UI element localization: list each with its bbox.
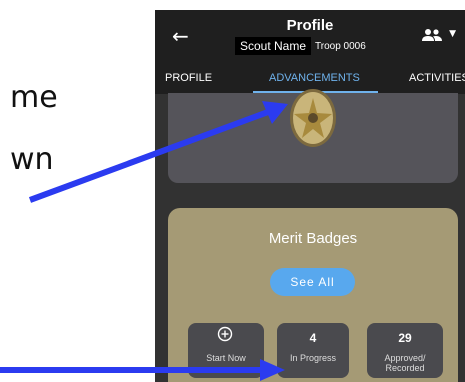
- troop-label: Troop 0006: [315, 40, 366, 52]
- in-progress-tile[interactable]: 4 In Progress: [277, 323, 349, 378]
- plus-circle-icon: [217, 326, 233, 342]
- approved-count: 29: [398, 331, 412, 345]
- approved-recorded-tile[interactable]: 29 Approved/ Recorded: [367, 323, 443, 378]
- phone-screen: ← Profile Scout Name Troop 0006 ▼ PROFIL…: [155, 10, 465, 382]
- tab-activities[interactable]: ACTIVITIES: [409, 72, 465, 84]
- approved-recorded-label: Approved/ Recorded: [384, 353, 426, 373]
- merit-badges-title: Merit Badges: [268, 230, 358, 247]
- start-now-label: Start Now: [206, 353, 246, 363]
- in-progress-label: In Progress: [289, 353, 337, 363]
- people-icon[interactable]: [421, 28, 443, 42]
- start-now-tile[interactable]: Start Now: [188, 323, 264, 378]
- merit-badges-card: Merit Badges See All Start Now 4 In Prog…: [168, 208, 458, 382]
- background-text-line-1: me: [10, 80, 58, 115]
- app-header: ← Profile Scout Name Troop 0006 ▼: [155, 10, 465, 68]
- scout-info: Scout Name Troop 0006: [235, 36, 366, 56]
- tab-advancements[interactable]: ADVANCEMENTS: [269, 72, 360, 84]
- tab-profile[interactable]: PROFILE: [165, 72, 212, 84]
- see-all-button[interactable]: See All: [270, 268, 355, 296]
- rank-badge-icon[interactable]: [289, 88, 337, 148]
- scout-name-label: Scout Name: [235, 37, 312, 55]
- caret-down-icon[interactable]: ▼: [449, 29, 456, 39]
- in-progress-count: 4: [309, 331, 317, 345]
- background-text-line-2: wn: [10, 142, 54, 177]
- page-title: Profile: [286, 17, 334, 34]
